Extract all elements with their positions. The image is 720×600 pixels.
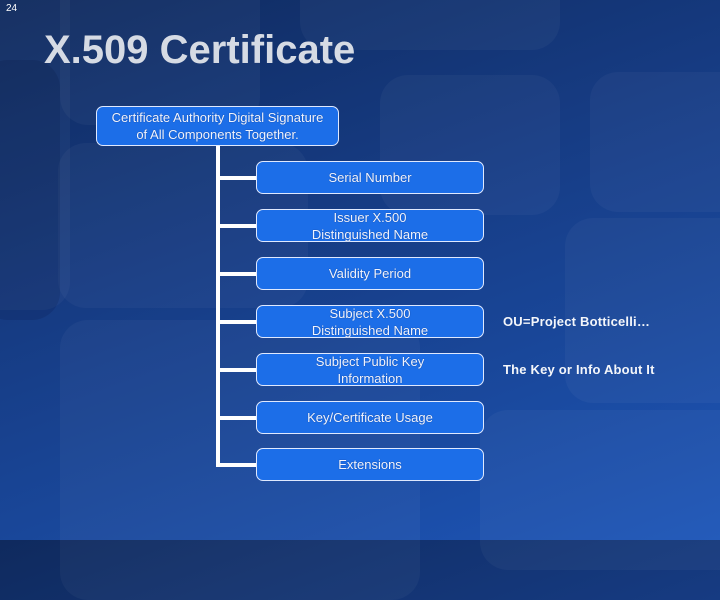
background-shape (380, 75, 560, 215)
background-shape (590, 72, 720, 212)
ca-signature-label: Certificate Authority Digital Signature … (111, 110, 324, 142)
slide-number: 24 (6, 3, 18, 14)
annotation-subject-name: OU=Project Botticelli… (503, 314, 651, 329)
field-box-validity-period: Validity Period (256, 257, 484, 290)
field-label: Key/Certificate Usage (307, 410, 433, 425)
tree-connector-horizontal (216, 272, 257, 276)
field-box-subject-name: Subject X.500 Distinguished Name (256, 305, 484, 338)
field-label: Issuer X.500 Distinguished Name (311, 209, 429, 242)
field-label: Extensions (338, 457, 402, 472)
field-box-serial-number: Serial Number (256, 161, 484, 194)
tree-connector-horizontal (216, 368, 257, 372)
background-shape (0, 60, 60, 320)
tree-connector-horizontal (216, 224, 257, 228)
field-box-extensions: Extensions (256, 448, 484, 481)
field-label: Serial Number (328, 170, 412, 185)
tree-connector-horizontal (216, 320, 257, 324)
field-box-key-certificate-usage: Key/Certificate Usage (256, 401, 484, 434)
field-box-subject-public-key: Subject Public Key Information (256, 353, 484, 386)
slide-title: X.509 Certificate (44, 28, 356, 72)
annotation-public-key: The Key or Info About It (503, 362, 655, 377)
tree-connector-horizontal (216, 416, 257, 420)
field-label: Validity Period (328, 266, 412, 281)
ca-signature-box: Certificate Authority Digital Signature … (96, 106, 339, 146)
tree-connector-horizontal (216, 463, 257, 467)
field-box-issuer-name: Issuer X.500 Distinguished Name (256, 209, 484, 242)
field-label: Subject Public Key Information (315, 353, 425, 386)
background-shape (480, 410, 720, 570)
tree-connector-horizontal (216, 176, 257, 180)
field-label: Subject X.500 Distinguished Name (311, 305, 429, 338)
